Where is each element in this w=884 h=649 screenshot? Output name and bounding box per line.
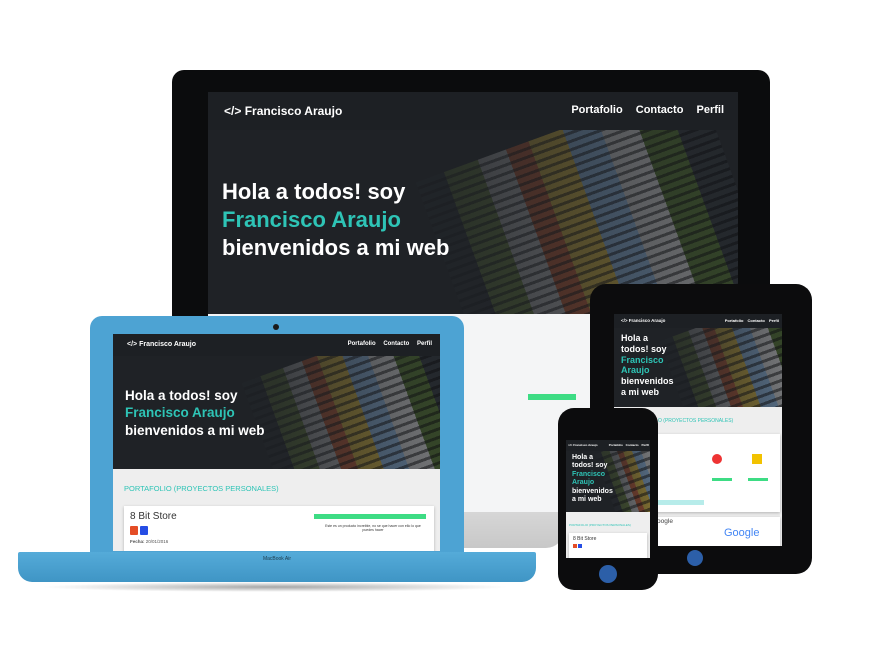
navbar: </> Francisco Araujo Portafolio Contacto… [566, 440, 650, 451]
home-button-icon[interactable] [599, 565, 617, 583]
navbar: </> Francisco Araujo Portafolio Contacto… [113, 334, 440, 356]
hero-name-b: Araujo [621, 365, 650, 376]
hero-line1: Hola a todos! soy [125, 388, 238, 403]
nav-perfil[interactable]: Perfil [417, 341, 432, 347]
mushroom-icon [712, 454, 722, 464]
date-value: 20/01/2016 [145, 539, 169, 544]
hero-line3b: a mi web [621, 386, 660, 397]
hero-name-a: Francisco [572, 470, 606, 478]
phone-screen: </> Francisco Araujo Portafolio Contacto… [566, 440, 650, 558]
green-bar [528, 394, 576, 400]
nav-portafolio[interactable]: Portafolio [348, 341, 376, 347]
portfolio-title: O (PROYECTOS PERSONALES) [658, 418, 734, 424]
nav-portafolio[interactable]: Portafolio [571, 104, 622, 116]
green-bar [748, 478, 768, 481]
brand-name: Francisco Araujo [628, 318, 666, 323]
project-card[interactable]: 8 Bit Store Fecha: 20/01/2016 Este es un… [124, 506, 434, 551]
nav-contacto[interactable]: Contacto [636, 104, 684, 116]
hero-name-b: Araujo [572, 479, 595, 487]
brand-logo[interactable]: </> Francisco Araujo [621, 318, 665, 323]
google-card[interactable]: Google Google [652, 517, 780, 546]
css3-icon [578, 544, 582, 548]
nav-contacto[interactable]: Contacto [626, 443, 639, 447]
hero-heading: Hola a todos! soy Francisco Araujo bienv… [125, 387, 265, 439]
laptop-hero: </> Francisco Araujo Portafolio Contacto… [113, 334, 440, 469]
code-brackets-icon: </> [621, 318, 628, 323]
google-logo: Google [724, 527, 760, 539]
hero-heading: Hola a todos! soy Francisco Araujo bienv… [222, 178, 449, 262]
nav-perfil[interactable]: Perfil [769, 318, 779, 323]
hero-name: Francisco Araujo [222, 207, 401, 233]
hero-name-a: Francisco [621, 354, 664, 365]
laptop-shadow [40, 582, 510, 592]
nav-perfil[interactable]: Perfil [641, 443, 649, 447]
nav-links: Portafolio Contacto Perfil [607, 443, 649, 447]
hero-line1b: todos! soy [621, 343, 667, 354]
brand-name: Francisco Araujo [573, 443, 598, 447]
hero-line1b: todos! soy [572, 462, 608, 470]
nav-contacto[interactable]: Contacto [748, 318, 765, 323]
laptop-screen: </> Francisco Araujo Portafolio Contacto… [113, 334, 440, 551]
brand-name: Francisco Araujo [244, 104, 343, 118]
nav-links: Portafolio Contacto Perfil [561, 104, 724, 116]
hero-line3a: bienvenidos [572, 487, 613, 495]
hero-heading: Hola a todos! soy Francisco Araujo bienv… [572, 454, 613, 504]
brand-name: Francisco Araujo [139, 341, 197, 348]
brand-logo[interactable]: </> Francisco Araujo [127, 341, 196, 348]
nav-portafolio[interactable]: Portafolio [725, 318, 744, 323]
code-brackets-icon: </> [224, 104, 242, 118]
star-icon [752, 454, 762, 464]
code-brackets-icon: </> [127, 341, 138, 348]
nav-perfil[interactable]: Perfil [696, 104, 724, 116]
home-button-icon[interactable] [687, 550, 703, 566]
green-bar [314, 514, 426, 519]
hero-line3b: a mi web [572, 495, 602, 503]
project-desc: Este es un producto increible, no se que… [325, 524, 421, 532]
project-title: 8 Bit Store [573, 536, 597, 542]
nav-portafolio[interactable]: Portafolio [609, 443, 623, 447]
brand-logo[interactable]: </> Francisco Araujo [224, 104, 342, 118]
navbar: </> Francisco Araujo Portafolio Contacto… [614, 314, 782, 328]
date-label: Fecha: [130, 539, 145, 544]
code-brackets-icon: </> [568, 443, 573, 447]
phone-hero: </> Francisco Araujo Portafolio Contacto… [566, 440, 650, 512]
green-bar [712, 478, 732, 481]
html5-icon [573, 544, 577, 548]
hero-line1a: Hola a [621, 333, 649, 343]
teal-bar [654, 500, 704, 505]
tablet-hero: </> Francisco Araujo Portafolio Contacto… [614, 314, 782, 407]
hero-line3: bienvenidos a mi web [125, 422, 265, 438]
navbar: </> Francisco Araujo Portafolio Contacto… [208, 92, 738, 130]
project-title: 8 Bit Store [130, 511, 177, 522]
hero-line1: Hola a todos! soy [222, 179, 406, 204]
laptop-base: MacBook Air [18, 552, 536, 582]
hero-line3a: bienvenidos [621, 376, 674, 387]
css3-icon [140, 526, 148, 535]
portfolio-title: PORTAFOLIO (PROYECTOS PERSONALES) [124, 484, 279, 493]
hero-name: Francisco Araujo [125, 405, 235, 421]
html5-icon [130, 526, 138, 535]
project-card[interactable]: 8 Bit Store [569, 533, 647, 558]
portfolio-title: PORTAFOLIO (PROYECTOS PERSONALES) [569, 523, 631, 527]
hero-line3: bienvenidos a mi web [222, 235, 450, 261]
camera-icon [273, 324, 279, 330]
project-card[interactable] [652, 434, 780, 512]
hero-heading: Hola a todos! soy Francisco Araujo bienv… [621, 333, 674, 398]
laptop-label: MacBook Air [262, 556, 292, 562]
nav-links: Portafolio Contacto Perfil [342, 341, 432, 347]
nav-contacto[interactable]: Contacto [383, 341, 409, 347]
brand-logo[interactable]: </> Francisco Araujo [568, 443, 598, 447]
nav-links: Portafolio Contacto Perfil [722, 318, 779, 323]
project-date: Fecha: 20/01/2016 [130, 539, 168, 544]
hero-line1a: Hola a [572, 454, 594, 461]
